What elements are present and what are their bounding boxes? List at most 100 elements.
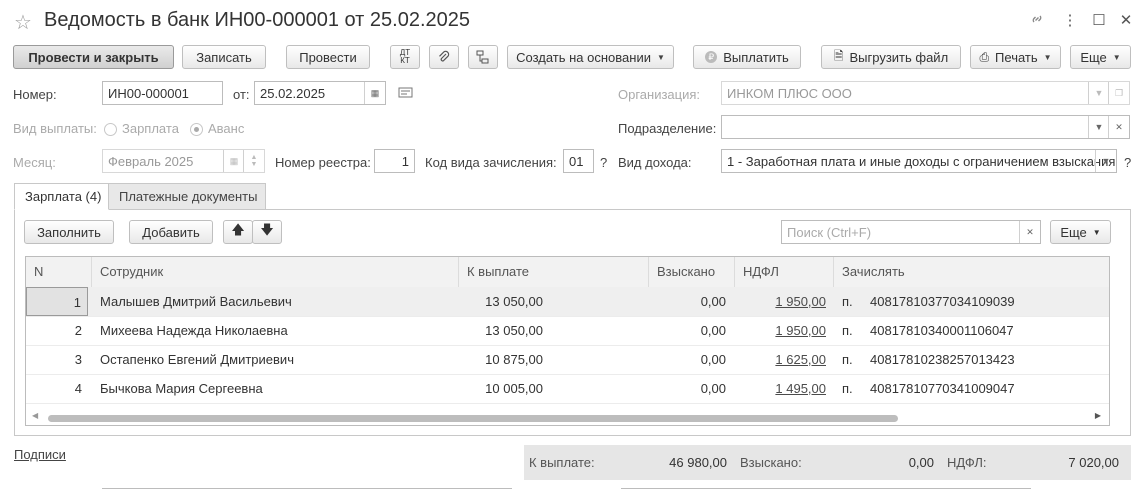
link-icon[interactable] xyxy=(1027,11,1047,31)
number-field[interactable]: ИН00-000001 xyxy=(102,81,223,105)
income-type-field[interactable]: 1 - Заработная плата и иные доходы с огр… xyxy=(721,149,1117,173)
table-more-button[interactable]: Еще ▼ xyxy=(1050,220,1111,244)
account-number: 40817810770341009047 xyxy=(870,381,1015,396)
accrual-code-field[interactable]: 01 xyxy=(563,149,594,173)
attachment-button[interactable] xyxy=(429,45,459,69)
total-collected-value: 0,00 xyxy=(908,455,934,470)
signatures-link[interactable]: Подписи xyxy=(14,447,66,462)
income-help-icon[interactable]: ? xyxy=(1124,155,1131,170)
column-header-employee[interactable]: Сотрудник xyxy=(92,257,459,287)
account-number: 40817810238257013423 xyxy=(870,352,1015,367)
dropdown-icon[interactable]: ▼ xyxy=(1088,116,1109,138)
abbr: п. xyxy=(842,381,853,396)
employee-name: Михеева Надежда Николаевна xyxy=(100,323,288,338)
scroll-left-icon[interactable]: ◀ xyxy=(32,411,38,420)
month-label: Месяц: xyxy=(13,155,56,170)
scroll-right-icon[interactable]: ▶ xyxy=(1095,411,1101,420)
calendar-icon[interactable]: ▦ xyxy=(364,82,385,104)
radio-advance[interactable]: Аванс xyxy=(190,121,244,137)
calendar-icon[interactable]: ▦ xyxy=(223,150,244,172)
collected-value: 0,00 xyxy=(700,352,726,367)
save-button[interactable]: Записать xyxy=(182,45,266,69)
table-row[interactable]: 3 Остапенко Евгений Дмитриевич 10 875,00… xyxy=(26,345,1109,375)
account-number: 40817810340001106047 xyxy=(870,323,1014,338)
total-collected-label: Взыскано: xyxy=(740,455,802,470)
export-icon: 🗎 xyxy=(833,48,844,63)
registry-number-label: Номер реестра: xyxy=(275,155,371,170)
ndfl-link[interactable]: 1 495,00 xyxy=(735,374,826,403)
window-title: Ведомость в банк ИН00-000001 от 25.02.20… xyxy=(44,9,470,31)
post-button[interactable]: Провести xyxy=(286,45,370,69)
table-header: N Сотрудник К выплате Взыскано НДФЛ Зачи… xyxy=(26,257,1109,288)
more-button[interactable]: Еще ▼ xyxy=(1070,45,1131,69)
horizontal-scrollbar[interactable]: ◀ ▶ xyxy=(26,409,1109,425)
maximize-icon[interactable]: ☐ xyxy=(1089,11,1109,31)
export-file-button[interactable]: 🗎 Выгрузить файл xyxy=(821,45,961,69)
ndfl-link[interactable]: 1 950,00 xyxy=(735,287,826,316)
dropdown-icon[interactable]: ▼ xyxy=(1095,150,1116,172)
ndfl-link[interactable]: 1 950,00 xyxy=(735,316,826,345)
table-row[interactable]: 2 Михеева Надежда Николаевна 13 050,00 0… xyxy=(26,316,1109,346)
ndfl-link[interactable]: 1 625,00 xyxy=(735,345,826,374)
table-row[interactable]: 1 Малышев Дмитрий Васильевич 13 050,00 0… xyxy=(26,287,1109,317)
department-label: Подразделение: xyxy=(618,121,717,136)
row-number: 2 xyxy=(74,323,82,338)
radio-salary[interactable]: Зарплата xyxy=(104,121,179,137)
pay-button[interactable]: ₽ Выплатить xyxy=(693,45,801,69)
tab-salary[interactable]: Зарплата (4) xyxy=(14,183,109,210)
close-icon[interactable]: ✕ xyxy=(1116,11,1136,31)
registry-number-field[interactable]: 1 xyxy=(374,149,415,173)
clear-icon[interactable]: ✕ xyxy=(1108,116,1129,138)
employee-name: Бычкова Мария Сергеевна xyxy=(100,381,263,396)
spinner-icon[interactable]: ▲ ▼ xyxy=(243,150,264,172)
dropdown-arrow-icon: ▼ xyxy=(656,52,665,62)
row-number: 3 xyxy=(74,352,82,367)
payment-type-label: Вид выплаты: xyxy=(13,121,97,136)
dropdown-icon[interactable]: ▼ xyxy=(1088,82,1109,104)
collected-value: 0,00 xyxy=(700,323,726,338)
total-to-pay-value: 46 980,00 xyxy=(669,455,727,470)
favorite-star-icon[interactable]: ☆ xyxy=(14,10,32,35)
post-and-close-button[interactable]: Провести и закрыть xyxy=(13,45,174,69)
column-header-to-pay[interactable]: К выплате xyxy=(459,257,649,287)
accrual-help-icon[interactable]: ? xyxy=(600,155,607,170)
dt-kt-button[interactable]: ДТ КТ xyxy=(390,45,420,69)
move-up-button[interactable]: 🡅 xyxy=(223,220,253,244)
dropdown-arrow-icon: ▼ xyxy=(1092,227,1101,237)
month-field[interactable]: Февраль 2025 ▦ ▲ ▼ xyxy=(102,149,265,173)
table-row[interactable]: 4 Бычкова Мария Сергеевна 10 005,00 0,00… xyxy=(26,374,1109,404)
more-vertical-icon[interactable]: ⋮ xyxy=(1060,11,1080,31)
arrow-down-icon: 🡇 xyxy=(260,222,274,237)
clear-search-icon[interactable]: ✕ xyxy=(1019,221,1040,243)
to-pay-value: 10 875,00 xyxy=(485,352,543,367)
collected-value: 0,00 xyxy=(700,294,726,309)
salary-table: N Сотрудник К выплате Взыскано НДФЛ Зачи… xyxy=(25,256,1110,426)
partial-field-left xyxy=(102,488,512,492)
to-pay-value: 13 050,00 xyxy=(485,294,543,309)
row-number: 1 xyxy=(26,287,88,316)
total-ndfl-label: НДФЛ: xyxy=(947,455,987,470)
dt-kt-icon: ДТ КТ xyxy=(399,48,411,65)
add-button[interactable]: Добавить xyxy=(129,220,213,244)
tab-payment-documents[interactable]: Платежные документы xyxy=(108,183,266,210)
open-icon[interactable]: ❐ xyxy=(1108,82,1129,104)
organization-field[interactable]: ИНКОМ ПЛЮС ООО ▼ ❐ xyxy=(721,81,1130,105)
column-header-ndfl[interactable]: НДФЛ xyxy=(735,257,834,287)
structure-button[interactable] xyxy=(468,45,498,69)
scrollbar-thumb[interactable] xyxy=(48,415,898,422)
column-header-n[interactable]: N xyxy=(26,257,92,287)
printer-icon: ⎙ xyxy=(979,49,990,64)
number-label: Номер: xyxy=(13,87,57,102)
department-field[interactable]: ▼ ✕ xyxy=(721,115,1130,139)
column-header-collected[interactable]: Взыскано xyxy=(649,257,735,287)
column-header-account[interactable]: Зачислять xyxy=(834,257,1109,287)
date-field[interactable]: 25.02.2025 ▦ xyxy=(254,81,386,105)
comment-icon[interactable] xyxy=(398,87,414,104)
create-based-on-button[interactable]: Создать на основании ▼ xyxy=(507,45,674,69)
abbr: п. xyxy=(842,294,853,309)
ruble-coin-icon: ₽ xyxy=(705,51,718,63)
move-down-button[interactable]: 🡇 xyxy=(252,220,282,244)
search-input[interactable]: Поиск (Ctrl+F) ✕ xyxy=(781,220,1041,244)
print-button[interactable]: ⎙ Печать ▼ xyxy=(970,45,1061,69)
fill-button[interactable]: Заполнить xyxy=(24,220,114,244)
